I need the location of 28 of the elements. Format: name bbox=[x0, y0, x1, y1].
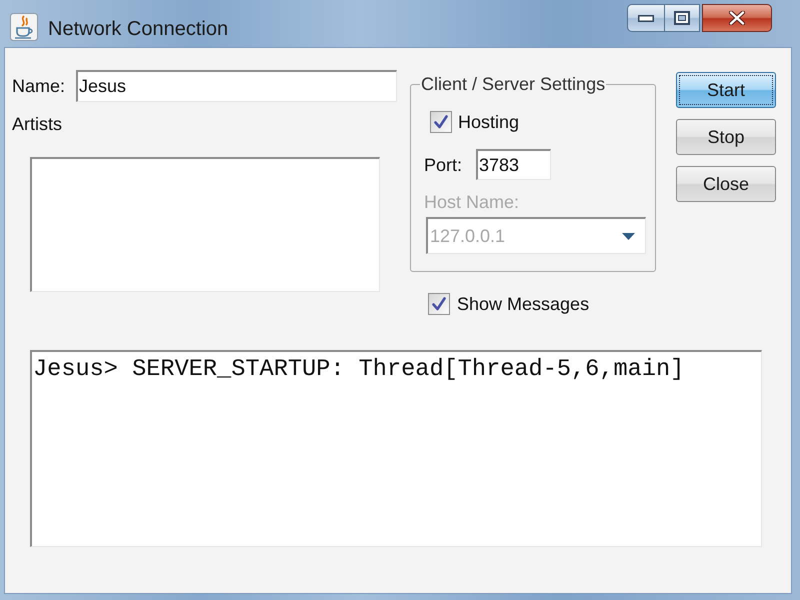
name-field[interactable]: Jesus bbox=[76, 70, 397, 102]
checkbox-label: Show Messages bbox=[457, 292, 590, 314]
dropdown-arrow-icon bbox=[622, 232, 635, 240]
dialog-button[interactable]: Stop bbox=[676, 119, 776, 155]
close-icon bbox=[729, 11, 745, 25]
minimize-button[interactable] bbox=[627, 4, 665, 32]
dialog-button[interactable]: Start bbox=[676, 72, 776, 108]
window-title: Network Connection bbox=[48, 17, 228, 41]
checkbox-label: Hosting bbox=[458, 111, 520, 133]
checkmark-icon bbox=[432, 296, 446, 310]
coffee-cup-icon[interactable] bbox=[10, 13, 38, 41]
host-name-label: Host Name: bbox=[424, 192, 520, 212]
checkmark-icon bbox=[434, 115, 448, 129]
message-area[interactable]: Jesus> SERVER_STARTUP: Thread[Thread-5,6,main] bbox=[30, 350, 762, 547]
port-label: Port: bbox=[424, 154, 464, 176]
artists-list[interactable] bbox=[30, 157, 380, 292]
close-button[interactable] bbox=[702, 4, 772, 32]
maximize-icon bbox=[674, 11, 690, 25]
checkbox[interactable] bbox=[430, 111, 452, 133]
port-field[interactable]: 3783 bbox=[476, 149, 551, 180]
maximize-button[interactable] bbox=[665, 4, 700, 32]
name-label: Name: bbox=[12, 75, 66, 97]
message-line: Jesus> SERVER_STARTUP: Thread[Thread-5,6,main] bbox=[33, 356, 684, 384]
artists-label: Artists bbox=[12, 114, 62, 134]
dialog-button[interactable]: Close bbox=[676, 166, 776, 202]
checkbox[interactable] bbox=[428, 292, 450, 314]
group-title: Client / Server Settings bbox=[420, 73, 606, 95]
minimize-icon bbox=[638, 14, 654, 22]
